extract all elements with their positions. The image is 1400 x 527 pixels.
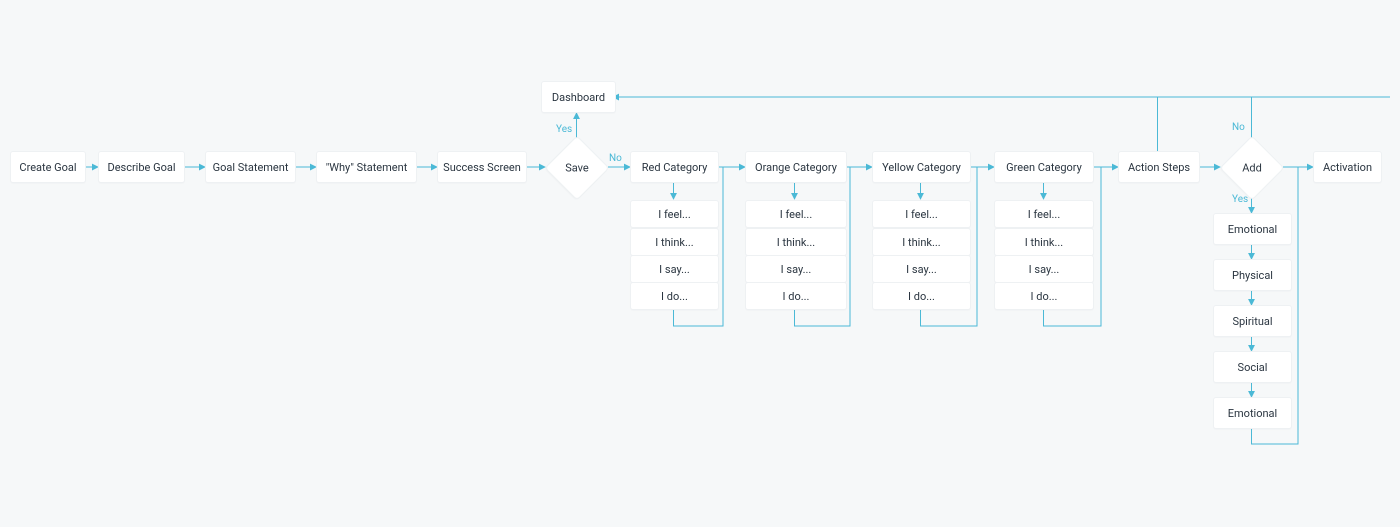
orange-think: I think... (745, 228, 847, 256)
yellow-say: I say... (872, 255, 971, 283)
node-dashboard: Dashboard (541, 81, 616, 113)
green-say: I say... (994, 255, 1094, 283)
red-feel: I feel... (630, 200, 719, 228)
green-do: I do... (994, 282, 1094, 310)
step-social: Social (1213, 351, 1292, 383)
node-red-category: Red Category (630, 151, 719, 183)
node-yellow-category: Yellow Category (872, 151, 971, 183)
orange-say: I say... (745, 255, 847, 283)
label-add-yes: Yes (1232, 194, 1248, 205)
step-spiritual: Spiritual (1213, 305, 1292, 337)
decision-save: Save (544, 135, 609, 200)
step-emotional-1: Emotional (1213, 213, 1292, 245)
node-activation: Activation (1313, 151, 1382, 183)
step-physical: Physical (1213, 259, 1292, 291)
node-orange-category: Orange Category (745, 151, 847, 183)
label-save-yes: Yes (556, 124, 572, 135)
red-say: I say... (630, 255, 719, 283)
node-create-goal: Create Goal (10, 151, 86, 183)
step-emotional-2: Emotional (1213, 397, 1292, 429)
orange-do: I do... (745, 282, 847, 310)
green-feel: I feel... (994, 200, 1094, 228)
flowchart-canvas: Dashboard Create Goal Describe Goal Goal… (0, 0, 1400, 527)
node-green-category: Green Category (994, 151, 1094, 183)
green-think: I think... (994, 228, 1094, 256)
yellow-do: I do... (872, 282, 971, 310)
yellow-think: I think... (872, 228, 971, 256)
node-describe-goal: Describe Goal (98, 151, 185, 183)
node-why-statement: "Why" Statement (316, 151, 417, 183)
red-do: I do... (630, 282, 719, 310)
orange-feel: I feel... (745, 200, 847, 228)
red-think: I think... (630, 228, 719, 256)
node-goal-statement: Goal Statement (205, 151, 296, 183)
node-action-steps: Action Steps (1118, 151, 1200, 183)
node-success-screen: Success Screen (437, 151, 527, 183)
label-save-no: No (609, 153, 622, 164)
decision-add: Add (1219, 135, 1284, 200)
label-add-no: No (1232, 122, 1245, 133)
yellow-feel: I feel... (872, 200, 971, 228)
